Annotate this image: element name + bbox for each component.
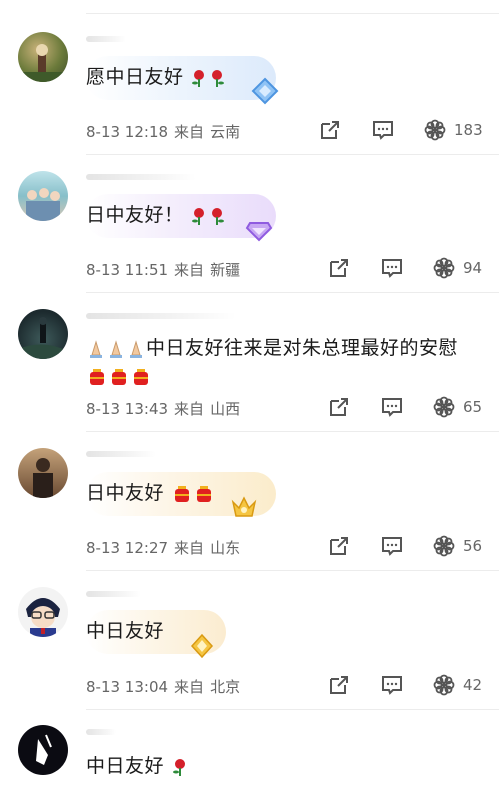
- from-label: 来自: [174, 400, 205, 418]
- from-label: 来自: [174, 123, 205, 141]
- comment-meta: 8-13 13:04 来自 北京: [86, 676, 240, 697]
- comment-location: 新疆: [210, 261, 241, 279]
- crown-badge-icon: [231, 496, 257, 517]
- like-count: 94: [463, 259, 483, 277]
- comment-location: 云南: [210, 123, 241, 141]
- comment-list: 愿中日友好 8-13 12:18 来自 云南 183 日中友好！ 8-13 11:5…: [0, 0, 499, 800]
- username-blurred[interactable]: [86, 451, 156, 457]
- like-flower-icon[interactable]: [424, 119, 446, 141]
- diamond-badge-icon: [251, 77, 279, 105]
- rose-emoji: [212, 207, 225, 225]
- like-count: 42: [463, 676, 483, 694]
- avatar[interactable]: [18, 448, 68, 498]
- comment-text: 中日友好往来是对朱总理最好的安慰: [86, 334, 458, 362]
- comment-meta: 8-13 12:18 来自 云南: [86, 121, 240, 142]
- like-flower-icon[interactable]: [433, 674, 455, 696]
- username-blurred[interactable]: [86, 313, 236, 319]
- comment-meta: 8-13 12:27 来自 山东: [86, 537, 240, 558]
- username-blurred[interactable]: [86, 174, 196, 180]
- share-icon[interactable]: [328, 396, 350, 418]
- rose-emoji: [212, 69, 225, 87]
- from-label: 来自: [174, 261, 205, 279]
- rose-emoji: [192, 207, 205, 225]
- from-label: 来自: [174, 539, 205, 557]
- comment-meta: 8-13 13:43 来自 山西: [86, 398, 240, 419]
- pray-emoji: [90, 339, 102, 358]
- username-blurred[interactable]: [86, 36, 126, 42]
- comment-icon[interactable]: [381, 674, 403, 696]
- comment-date: 8-13 12:18: [86, 123, 169, 141]
- comment-date: 8-13 12:27: [86, 539, 169, 557]
- username-blurred[interactable]: [86, 591, 141, 597]
- avatar[interactable]: [18, 309, 68, 359]
- avatar[interactable]: [18, 171, 68, 221]
- comment-date: 8-13 11:51: [86, 261, 169, 279]
- comment-text: 日中友好: [86, 479, 215, 507]
- username-blurred[interactable]: [86, 729, 116, 735]
- divider: [86, 154, 499, 155]
- comment-meta: 8-13 11:51 来自 新疆: [86, 259, 240, 280]
- like-flower-icon[interactable]: [433, 257, 455, 279]
- pray-emoji: [130, 339, 142, 358]
- comment-text: 愿中日友好: [86, 63, 226, 91]
- like-flower-icon[interactable]: [433, 535, 455, 557]
- comment-text-line2: [86, 362, 152, 390]
- like-count: 65: [463, 398, 483, 416]
- from-label: 来自: [174, 678, 205, 696]
- lantern-emoji: [134, 368, 148, 385]
- avatar[interactable]: [18, 32, 68, 82]
- lantern-emoji: [174, 485, 189, 502]
- comment-location: 山东: [210, 539, 241, 557]
- rose-emoji: [192, 69, 205, 87]
- like-count: 183: [454, 121, 483, 139]
- lantern-emoji: [90, 368, 104, 385]
- comment-text: 日中友好！: [86, 201, 226, 229]
- comment-date: 8-13 13:04: [86, 678, 169, 696]
- divider: [86, 709, 499, 710]
- share-icon[interactable]: [328, 257, 350, 279]
- share-icon[interactable]: [328, 674, 350, 696]
- lantern-emoji: [112, 368, 126, 385]
- like-count: 56: [463, 537, 483, 555]
- comment-date: 8-13 13:43: [86, 400, 169, 418]
- comment-icon[interactable]: [372, 119, 394, 141]
- divider: [86, 13, 499, 14]
- divider: [86, 292, 499, 293]
- share-icon[interactable]: [319, 119, 341, 141]
- lantern-emoji: [196, 485, 211, 502]
- divider: [86, 431, 499, 432]
- like-flower-icon[interactable]: [433, 396, 455, 418]
- rose-emoji: [172, 758, 185, 776]
- comment-text: 中日友好: [86, 752, 189, 780]
- divider: [86, 570, 499, 571]
- comment-icon[interactable]: [381, 396, 403, 418]
- diamond-badge-icon: [245, 222, 273, 242]
- comment-text: 中日友好: [86, 620, 165, 642]
- comment-location: 北京: [210, 678, 241, 696]
- avatar[interactable]: [18, 587, 68, 637]
- share-icon[interactable]: [328, 535, 350, 557]
- pray-emoji: [110, 339, 122, 358]
- comment-icon[interactable]: [381, 535, 403, 557]
- avatar[interactable]: [18, 725, 68, 775]
- comment-icon[interactable]: [381, 257, 403, 279]
- crown-badge-icon: [190, 633, 214, 659]
- comment-location: 山西: [210, 400, 241, 418]
